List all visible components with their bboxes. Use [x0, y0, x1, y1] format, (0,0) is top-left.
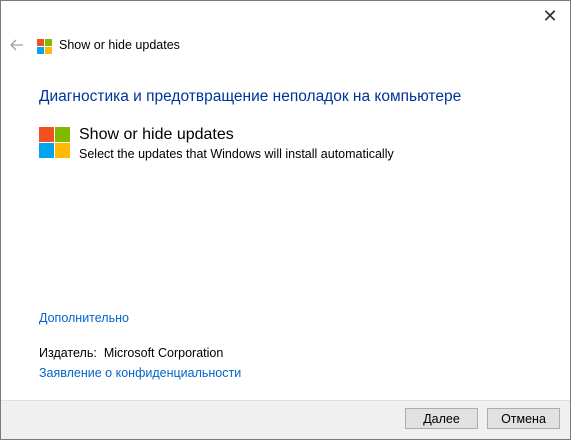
close-icon: ✕	[542, 5, 558, 26]
next-button[interactable]: Далее	[405, 408, 478, 429]
windows-logo-icon	[37, 39, 52, 54]
advanced-link[interactable]: Дополнительно	[39, 311, 129, 325]
task-title: Show or hide updates	[79, 126, 234, 143]
windows-logo-icon	[39, 127, 70, 158]
task-item: Show or hide updates Select the updates …	[39, 126, 519, 162]
close-button[interactable]: ✕	[530, 1, 570, 31]
window-title: Show or hide updates	[59, 38, 180, 52]
title-bar: Show or hide updates	[1, 31, 570, 61]
publisher-value: Microsoft Corporation	[103, 346, 224, 360]
cancel-button[interactable]: Отмена	[487, 408, 560, 429]
task-description: Select the updates that Windows will ins…	[79, 147, 394, 161]
publisher-label: Издатель:	[39, 346, 97, 360]
publisher-info: Издатель: Microsoft Corporation	[39, 346, 223, 360]
troubleshooter-window: ✕ Show or hide updates Диагностика и пре…	[0, 0, 571, 440]
privacy-statement-link[interactable]: Заявление о конфиденциальности	[39, 366, 241, 380]
button-bar: Далее Отмена	[1, 400, 570, 439]
back-button[interactable]	[7, 35, 27, 55]
page-heading: Диагностика и предотвращение неполадок н…	[39, 88, 462, 105]
back-arrow-icon	[10, 39, 23, 51]
